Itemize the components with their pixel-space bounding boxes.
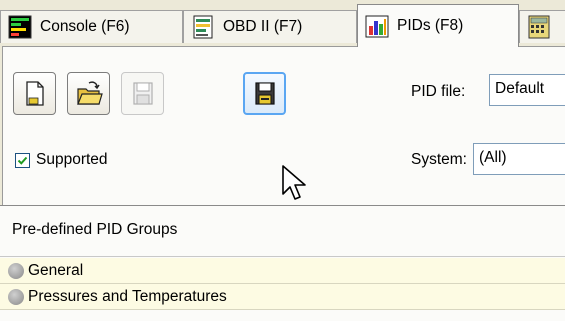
pid-settings-panel: Supported PID file: Default System: (All… (2, 46, 565, 206)
pids-chart-icon (365, 15, 389, 38)
system-select[interactable]: (All) (473, 143, 565, 175)
group-label: General (28, 261, 84, 279)
tab-console[interactable]: Console (F6) (0, 10, 183, 43)
tab-calculator[interactable] (519, 10, 565, 43)
checkmark-icon (17, 156, 28, 165)
save-as-button[interactable] (243, 72, 286, 115)
new-file-icon (25, 80, 44, 106)
console-icon (8, 15, 32, 39)
obd-document-icon (193, 15, 213, 39)
group-row-pressures[interactable]: Pressures and Temperatures (0, 284, 565, 310)
open-folder-icon (76, 80, 103, 105)
pid-file-field[interactable]: Default (489, 74, 565, 106)
pid-groups-header: Pre-defined PID Groups (0, 206, 565, 257)
group-label: Pressures and Temperatures (28, 287, 227, 305)
pid-file-label: PID file: (411, 83, 466, 100)
save-button[interactable] (121, 72, 164, 115)
tab-pids[interactable]: PIDs (F8) (357, 4, 519, 47)
pid-groups-panel: Pre-defined PID Groups General Pressures… (0, 205, 565, 321)
checkbox-box[interactable] (15, 152, 30, 168)
mouse-cursor-icon (282, 165, 306, 200)
tab-label: OBD II (F7) (223, 18, 303, 35)
calculator-icon (528, 15, 550, 39)
save-disk-icon (132, 81, 153, 105)
tab-strip: Console (F6) OBD II (F7) PIDs (F8) (0, 0, 565, 48)
open-file-button[interactable] (67, 72, 110, 115)
system-label: System: (411, 151, 467, 168)
supported-checkbox[interactable]: Supported (15, 151, 108, 169)
group-bullet-icon (8, 288, 24, 305)
group-bullet-icon (8, 262, 24, 279)
pid-groups-title: Pre-defined PID Groups (12, 221, 178, 238)
tab-label: Console (F6) (40, 18, 130, 35)
new-file-button[interactable] (13, 72, 56, 115)
tab-obd[interactable]: OBD II (F7) (183, 10, 357, 43)
save-as-disk-icon (254, 81, 275, 105)
tab-label: PIDs (F8) (397, 17, 464, 34)
supported-label: Supported (36, 151, 108, 168)
group-row-general[interactable]: General (0, 258, 565, 284)
